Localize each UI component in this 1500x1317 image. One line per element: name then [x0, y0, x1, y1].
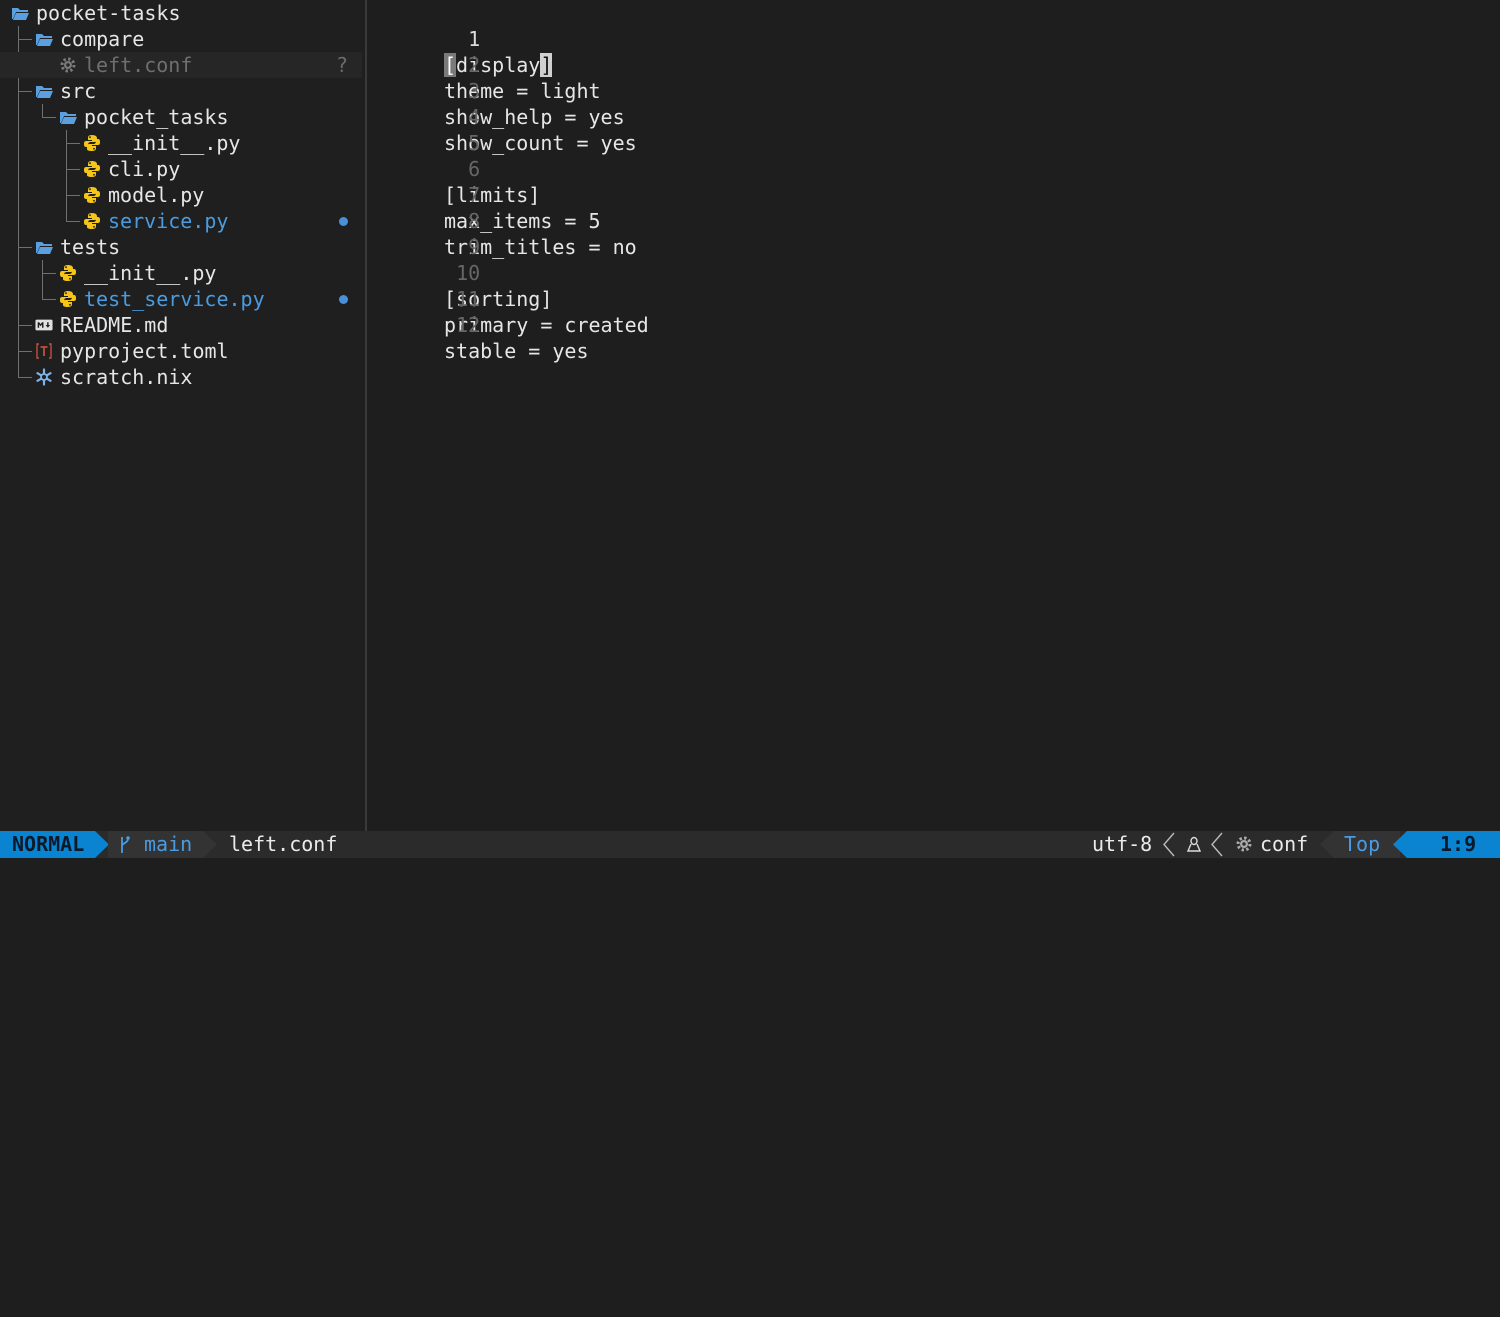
editor-line[interactable]: 2 theme = light [367, 26, 601, 103]
editor-line[interactable]: 9 [367, 208, 480, 259]
tree-root-label: pocket-tasks [36, 1, 181, 25]
tree-file-cli-py[interactable]: cli.py [0, 156, 362, 182]
tree-file-service-py[interactable]: service.py [0, 208, 362, 234]
editor-line[interactable]: 6 [limits] [367, 130, 540, 207]
folder-open-icon [12, 8, 29, 20]
python-icon [84, 161, 100, 177]
line-number: 9 [468, 235, 481, 259]
toml-icon [36, 343, 52, 359]
line-number: 6 [468, 157, 481, 181]
tree-file-scratch-nix[interactable]: scratch.nix [0, 364, 362, 390]
file-tree: pocket-tasks compare left.conf ? src poc… [0, 0, 365, 831]
separator-icon [1163, 832, 1175, 857]
file-encoding: utf-8 [1092, 832, 1153, 856]
tree-item-label: src [60, 79, 97, 103]
python-icon [60, 265, 76, 281]
tree-folder-src[interactable]: src [0, 78, 362, 104]
editor-line[interactable]: 12 stable = yes [367, 286, 589, 363]
editor-line[interactable]: 1 [display] [367, 0, 553, 77]
linux-penguin-icon [1186, 836, 1202, 852]
python-icon [84, 135, 100, 151]
folder-open-icon [60, 112, 77, 124]
line-text: stable = yes [444, 339, 589, 363]
modified-dot-icon [339, 295, 348, 304]
folder-open-icon [36, 242, 53, 254]
tree-item-label: test_service.py [84, 287, 265, 311]
folder-open-icon [36, 34, 53, 46]
editor-line[interactable]: 10 [sorting] [367, 234, 552, 311]
tree-item-label: __init__.py [84, 261, 217, 285]
modified-dot-icon [339, 217, 348, 226]
python-icon [84, 187, 100, 203]
line-number: 12 [456, 313, 481, 337]
scroll-position: Top [1344, 832, 1381, 856]
tree-folder-pocket-tasks[interactable]: pocket_tasks [0, 104, 362, 130]
tree-root[interactable]: pocket-tasks [0, 0, 362, 26]
line-number: 10 [456, 261, 481, 285]
line-number: 7 [468, 183, 481, 207]
tree-item-label: __init__.py [108, 131, 241, 155]
editor-line[interactable]: 7 max_items = 5 [367, 156, 601, 233]
tree-file-tests-init-py[interactable]: __init__.py [0, 260, 362, 286]
command-line[interactable] [0, 858, 1500, 885]
tree-item-label: pocket_tasks [84, 105, 229, 129]
editor-line[interactable]: 5 [367, 104, 480, 155]
line-number: 3 [468, 79, 481, 103]
tree-item-label: tests [60, 235, 121, 259]
tree-item-label: model.py [108, 183, 205, 207]
line-number: 5 [468, 131, 481, 155]
line-number: 2 [468, 53, 481, 77]
text-cursor: ] [540, 53, 553, 77]
tree-item-label: pyproject.toml [60, 339, 229, 363]
tree-item-label: compare [60, 27, 145, 51]
mode-indicator: NORMAL [12, 832, 85, 856]
tree-item-label: left.conf [84, 53, 193, 77]
line-number: 8 [468, 209, 481, 233]
gear-icon [60, 57, 76, 73]
editor-line[interactable]: 3 show_help = yes [367, 52, 625, 129]
statusline: NORMAL main left.conf utf-8 conf Top 1:9 [0, 831, 1500, 858]
git-untracked-badge: ? [335, 53, 348, 77]
separator-icon [1211, 832, 1223, 857]
tree-item-label: scratch.nix [60, 365, 193, 389]
tree-file-init-py[interactable]: __init__.py [0, 130, 362, 156]
editor-line[interactable]: 4 show_count = yes [367, 78, 637, 155]
nix-snowflake-icon [36, 368, 52, 386]
line-number: 4 [468, 105, 481, 129]
tree-file-readme-md[interactable]: README.md [0, 312, 362, 338]
python-icon [84, 213, 100, 229]
editor-line[interactable]: 11 primary = created [367, 260, 649, 337]
python-icon [60, 291, 76, 307]
tree-item-label: README.md [60, 313, 169, 337]
tree-file-pyproject-toml[interactable]: pyproject.toml [0, 338, 362, 364]
tree-file-model-py[interactable]: model.py [0, 182, 362, 208]
line-number: 1 [468, 27, 481, 51]
git-branch-name: main [144, 832, 193, 856]
markdown-icon [35, 319, 53, 331]
current-filename: left.conf [229, 832, 338, 856]
editor-line[interactable]: 8 trim_titles = no [367, 182, 637, 259]
tree-item-label: service.py [108, 209, 229, 233]
tree-folder-compare[interactable]: compare [0, 26, 362, 52]
tree-file-test-service-py[interactable]: test_service.py [0, 286, 362, 312]
file-type: conf [1260, 832, 1309, 856]
tree-folder-tests[interactable]: tests [0, 234, 362, 260]
tree-file-left-conf[interactable]: left.conf ? [0, 52, 362, 78]
cursor-position: 1:9 [1440, 832, 1477, 856]
git-branch-icon [121, 836, 130, 853]
tree-item-label: cli.py [108, 157, 181, 181]
folder-open-icon [36, 86, 53, 98]
line-number: 11 [456, 287, 481, 311]
gear-icon [1236, 836, 1252, 852]
editor-pane[interactable]: 1 [display] 2 theme = light 3 show_help … [367, 0, 1500, 831]
